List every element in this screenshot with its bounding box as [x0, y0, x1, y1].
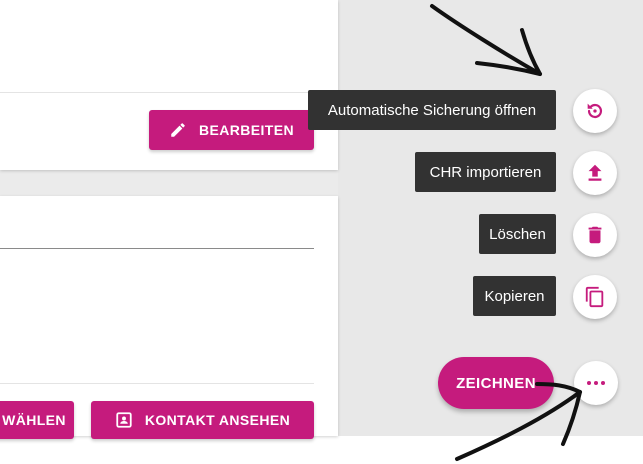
- upload-icon: [588, 164, 602, 181]
- tooltip-delete: Löschen: [479, 214, 556, 254]
- speed-dial-toggle-button[interactable]: [574, 361, 618, 405]
- open-autosave-button[interactable]: [573, 89, 617, 133]
- card-divider: [0, 92, 338, 93]
- edit-button[interactable]: BEARBEITEN: [149, 110, 314, 150]
- draw-button-label: ZEICHNEN: [456, 374, 536, 392]
- bottom-strip: [0, 436, 643, 464]
- copy-button[interactable]: [573, 275, 617, 319]
- tooltip-label: Kopieren: [484, 287, 545, 305]
- pencil-icon: [171, 123, 185, 137]
- more-horizontal-icon: [587, 381, 605, 385]
- edit-button-label: BEARBEITEN: [198, 122, 294, 138]
- import-chr-button[interactable]: [573, 151, 617, 195]
- contact-card: [0, 196, 338, 436]
- tooltip-import-chr: CHR importieren: [415, 152, 556, 192]
- tooltip-copy: Kopieren: [473, 276, 556, 316]
- tooltip-label: CHR importieren: [429, 163, 542, 181]
- card-divider: [0, 383, 314, 384]
- restore-icon: [587, 103, 603, 119]
- select-button[interactable]: WÄHLEN: [0, 401, 74, 439]
- tooltip-open-autosave: Automatische Sicherung öffnen: [308, 90, 556, 130]
- view-contact-button-label: KONTAKT ANSEHEN: [144, 412, 291, 428]
- trash-icon: [588, 226, 602, 244]
- select-button-label: WÄHLEN: [2, 412, 66, 428]
- delete-button[interactable]: [573, 213, 617, 257]
- draw-button[interactable]: ZEICHNEN: [438, 357, 554, 409]
- copy-icon: [585, 286, 604, 308]
- view-contact-button[interactable]: KONTAKT ANSEHEN: [91, 401, 314, 439]
- contact-card-icon: [116, 412, 132, 428]
- tooltip-label: Löschen: [489, 225, 546, 243]
- tooltip-label: Automatische Sicherung öffnen: [327, 101, 537, 119]
- input-field-underline[interactable]: [0, 248, 314, 249]
